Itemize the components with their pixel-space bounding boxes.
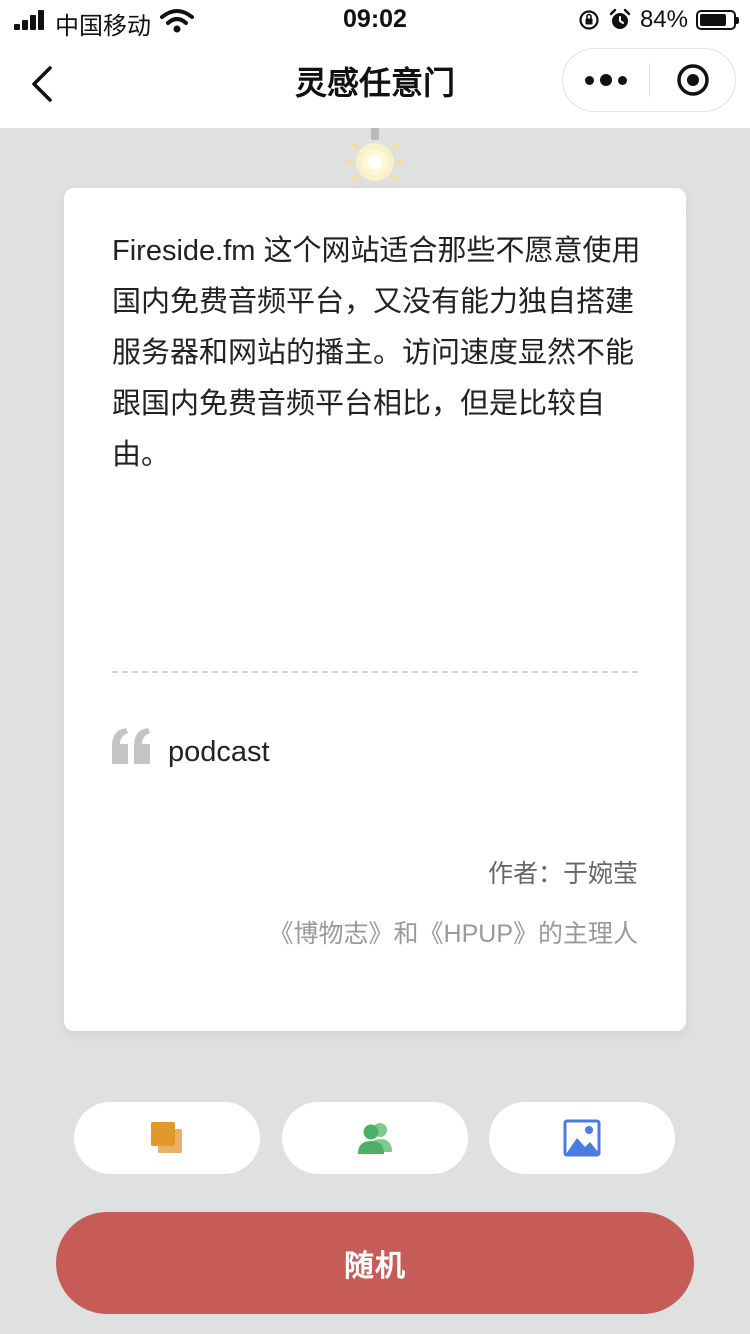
random-button[interactable]: 随机 (56, 1212, 694, 1314)
more-icon[interactable] (563, 49, 649, 111)
inspiration-card: Fireside.fm 这个网站适合那些不愿意使用国内免费音频平台，又没有能力独… (64, 188, 686, 1031)
rotation-lock-icon (579, 10, 599, 30)
users-icon (358, 1123, 392, 1154)
top-bar: 中国移动 09:02 84% 灵感任意门 (0, 0, 750, 128)
status-bar: 中国移动 09:02 84% (0, 0, 750, 40)
capsule-divider (649, 63, 650, 97)
author-intro: 《博物志》和《HPUP》的主理人 (268, 920, 638, 948)
save-image-button[interactable] (489, 1102, 675, 1174)
dashed-divider (112, 671, 638, 673)
light-bulb-icon (345, 128, 405, 195)
copy-button[interactable] (74, 1102, 260, 1174)
battery-level (700, 14, 727, 26)
alarm-icon (609, 8, 631, 29)
battery-icon (696, 10, 739, 30)
battery-percent: 84% (639, 6, 688, 33)
share-friends-button[interactable] (282, 1102, 468, 1174)
author-name: 作者：于婉莹 (487, 860, 638, 888)
miniprogram-capsule (562, 48, 736, 112)
copy-icon (151, 1122, 182, 1153)
image-icon (563, 1119, 601, 1157)
inspiration-text: Fireside.fm 这个网站适合那些不愿意使用国内免费音频平台，又没有能力独… (112, 235, 641, 471)
quote-icon (112, 728, 150, 764)
status-right: 84% (578, 6, 739, 34)
close-target-icon[interactable] (676, 63, 710, 97)
tag-label: podcast (168, 736, 270, 768)
